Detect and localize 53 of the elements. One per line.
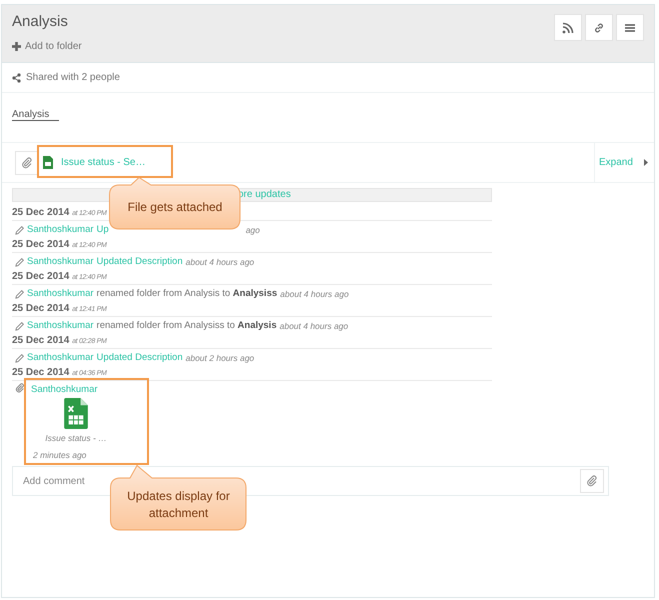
user-link[interactable]: Santhoshkumar xyxy=(27,351,94,365)
update-link[interactable]: Up xyxy=(96,223,109,237)
link-button[interactable] xyxy=(585,14,613,41)
pencil-icon xyxy=(15,290,24,298)
time-ago: ago xyxy=(246,224,260,237)
time-ago: about 4 hours ago xyxy=(280,320,348,333)
attach-button[interactable] xyxy=(15,150,39,174)
time-ago: about 4 hours ago xyxy=(186,256,254,269)
user-link[interactable]: Santhoshkumar xyxy=(27,255,94,269)
update-date: 25 Dec 2014 xyxy=(12,367,70,378)
update-date: 25 Dec 2014 xyxy=(12,239,70,250)
update-text: renamed folder from Analysis to Analysiss xyxy=(96,287,278,301)
paperclip-icon xyxy=(21,156,33,168)
shared-with-label: Shared with 2 people xyxy=(26,71,120,85)
user-link[interactable]: Santhoshkumar xyxy=(27,223,94,237)
attached-file-link[interactable]: Issue status - Se… xyxy=(61,155,146,170)
pencil-icon xyxy=(15,322,24,330)
add-to-folder-link[interactable]: Add to folder xyxy=(12,38,82,54)
update-date: 25 Dec 2014 xyxy=(12,335,70,346)
menu-icon xyxy=(624,22,636,34)
spreadsheet-file-icon xyxy=(43,156,53,169)
callout-tooltip: Updates display for attachment xyxy=(110,465,247,531)
menu-button[interactable] xyxy=(616,14,644,41)
update-date: 25 Dec 2014 xyxy=(12,303,70,314)
folder-title: Analysis xyxy=(12,14,69,30)
update-date: 25 Dec 2014 xyxy=(12,271,70,282)
paperclip-icon xyxy=(15,383,25,393)
rss-icon xyxy=(562,22,574,34)
spreadsheet-file-icon[interactable] xyxy=(64,398,88,429)
callout-tooltip: File gets attached xyxy=(109,177,241,230)
share-icon xyxy=(12,72,21,82)
user-link[interactable]: Santhoshkumar xyxy=(31,383,121,397)
user-link[interactable]: Santhoshkumar xyxy=(27,287,94,301)
update-text: renamed folder from Analysiss to Analysis xyxy=(96,319,277,333)
link-icon xyxy=(593,22,605,34)
update-date: 25 Dec 2014 xyxy=(12,207,70,218)
file-caption: Issue status - … xyxy=(44,432,108,445)
expand-link[interactable]: Expand xyxy=(599,155,633,170)
plus-icon xyxy=(12,42,21,50)
update-link[interactable]: Updated Description xyxy=(96,255,183,269)
time-ago: about 4 hours ago xyxy=(280,288,349,301)
time-ago: 2 minutes ago xyxy=(33,449,88,462)
description-text: Analysis xyxy=(12,109,60,121)
user-link[interactable]: Santhoshkumar xyxy=(27,319,94,333)
rss-button[interactable] xyxy=(554,14,582,41)
time-ago: about 2 hours ago xyxy=(186,352,254,365)
pencil-icon xyxy=(15,258,24,266)
caret-right-icon xyxy=(644,159,648,166)
attach-button[interactable] xyxy=(580,469,604,493)
pencil-icon xyxy=(15,354,24,362)
paperclip-icon xyxy=(586,475,598,487)
pencil-icon xyxy=(15,226,24,234)
update-link[interactable]: Updated Description xyxy=(96,351,183,365)
